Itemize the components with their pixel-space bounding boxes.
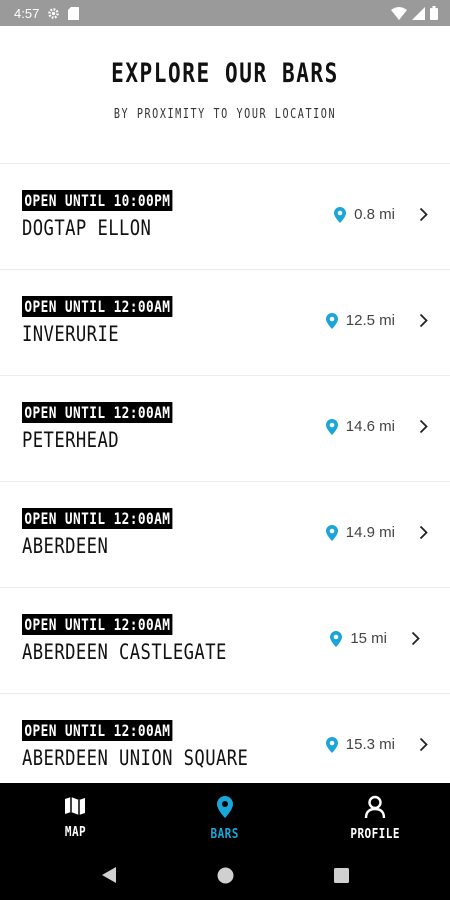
page-subtitle: BY PROXIMITY TO YOUR LOCATION	[113, 107, 337, 122]
tab-bars-label: BARS	[210, 827, 240, 842]
opening-hours-badge: OPEN UNTIL 12:00AM	[22, 402, 173, 423]
distance-info: 14.9 mi	[325, 524, 428, 541]
distance-text: 0.8 mi	[354, 206, 395, 223]
opening-hours-badge: OPEN UNTIL 12:00AM	[22, 508, 173, 529]
opening-hours-badge: OPEN UNTIL 12:00AM	[22, 296, 173, 317]
bar-list-item[interactable]: OPEN UNTIL 12:00AM INVERURIE 12.5 mi	[0, 269, 450, 375]
status-time: 4:57	[14, 5, 40, 21]
distance-text: 14.9 mi	[345, 524, 395, 541]
distance-text: 12.5 mi	[345, 312, 395, 329]
settings-gear-icon	[47, 7, 60, 20]
map-icon	[64, 795, 86, 821]
signal-icon	[412, 6, 425, 20]
distance-text: 15 mi	[350, 630, 387, 647]
bar-name: INVERURIE	[22, 322, 120, 346]
bar-name: ABERDEEN	[22, 534, 109, 558]
bar-list-item[interactable]: OPEN UNTIL 12:00AM PETERHEAD 14.6 mi	[0, 375, 450, 481]
bar-name: ABERDEEN UNION SQUARE	[22, 746, 249, 770]
status-bar: 4:57	[0, 0, 450, 26]
location-pin-icon	[325, 524, 338, 541]
distance-info: 15.3 mi	[325, 736, 428, 753]
tab-map-label: MAP	[64, 825, 86, 840]
location-pin-icon	[330, 630, 343, 647]
system-navigation-bar	[0, 850, 450, 900]
chevron-right-icon	[419, 313, 428, 328]
home-icon[interactable]	[217, 867, 234, 884]
opening-hours-badge: OPEN UNTIL 12:00AM	[22, 614, 173, 635]
bar-list-item[interactable]: OPEN UNTIL 12:00AM ABERDEEN CASTLEGATE 1…	[0, 587, 450, 693]
person-icon	[364, 795, 386, 823]
location-pin-icon	[334, 206, 347, 223]
page-title: EXPLORE OUR BARS	[111, 58, 339, 89]
bar-name: ABERDEEN CASTLEGATE	[22, 640, 227, 664]
wifi-icon	[391, 6, 407, 20]
opening-hours-badge: OPEN UNTIL 10:00PM	[22, 190, 173, 211]
chevron-right-icon	[411, 631, 420, 646]
recents-icon[interactable]	[334, 867, 349, 883]
distance-text: 15.3 mi	[345, 736, 395, 753]
sd-card-icon	[68, 6, 80, 20]
bar-list-item[interactable]: OPEN UNTIL 12:00AM ABERDEEN UNION SQUARE…	[0, 693, 450, 783]
tab-map[interactable]: MAP	[0, 783, 150, 850]
distance-info: 12.5 mi	[325, 312, 428, 329]
tab-profile-label: PROFILE	[350, 827, 400, 842]
location-pin-icon	[325, 312, 338, 329]
battery-icon	[430, 6, 438, 20]
tab-bars[interactable]: BARS	[150, 783, 300, 850]
distance-text: 14.6 mi	[345, 418, 395, 435]
location-pin-icon	[325, 418, 338, 435]
tab-profile[interactable]: PROFILE	[300, 783, 450, 850]
location-pin-icon	[216, 795, 234, 823]
distance-info: 14.6 mi	[325, 418, 428, 435]
bar-list[interactable]: OPEN UNTIL 10:00PM DOGTAP ELLON 0.8 mi O…	[0, 163, 450, 783]
bottom-tab-bar: MAP BARS PROFILE	[0, 783, 450, 850]
distance-info: 15 mi	[330, 630, 420, 647]
back-icon[interactable]	[101, 866, 117, 884]
chevron-right-icon	[419, 419, 428, 434]
bar-list-item[interactable]: OPEN UNTIL 12:00AM ABERDEEN 14.9 mi	[0, 481, 450, 587]
bar-list-item[interactable]: OPEN UNTIL 10:00PM DOGTAP ELLON 0.8 mi	[0, 163, 450, 269]
bar-name: PETERHEAD	[22, 428, 120, 452]
location-pin-icon	[325, 736, 338, 753]
page-header: EXPLORE OUR BARS BY PROXIMITY TO YOUR LO…	[0, 26, 450, 163]
chevron-right-icon	[419, 207, 428, 222]
opening-hours-badge: OPEN UNTIL 12:00AM	[22, 720, 173, 741]
chevron-right-icon	[419, 737, 428, 752]
chevron-right-icon	[419, 525, 428, 540]
bar-name: DOGTAP ELLON	[22, 216, 152, 240]
distance-info: 0.8 mi	[334, 206, 428, 223]
